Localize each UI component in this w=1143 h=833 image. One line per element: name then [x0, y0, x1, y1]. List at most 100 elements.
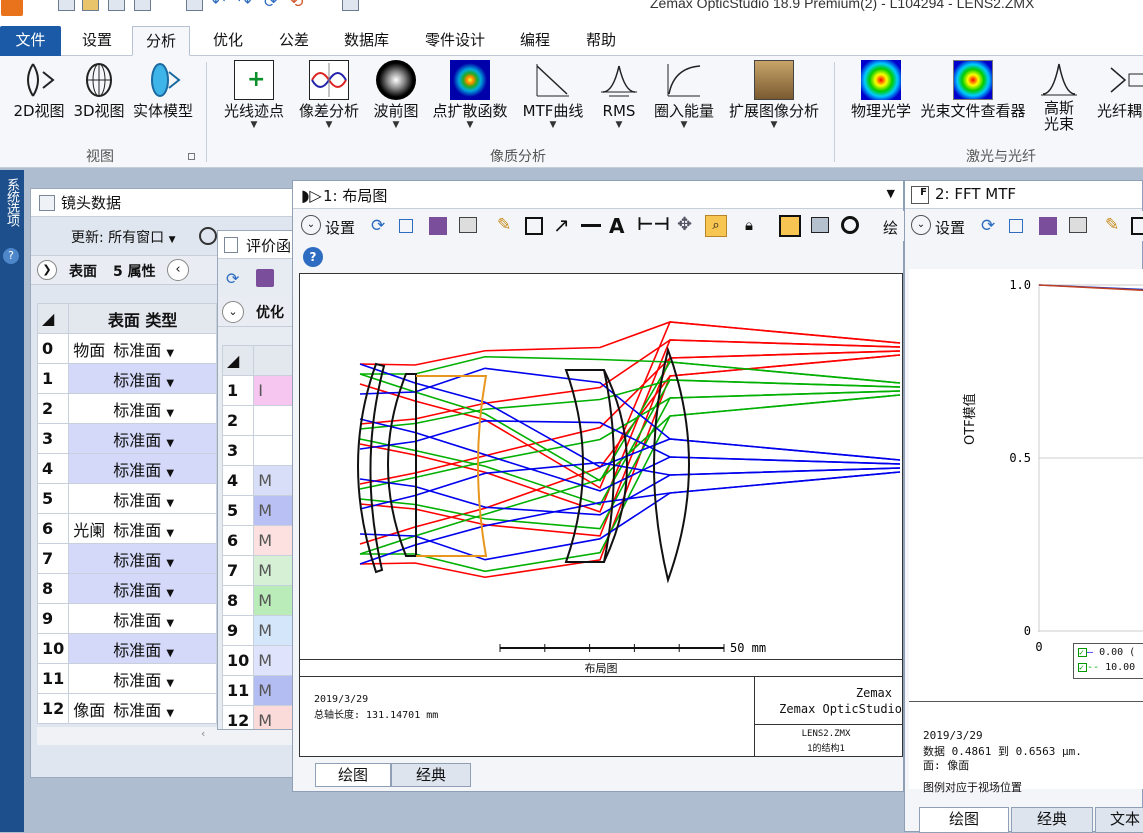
lock-icon[interactable]: 🔒︎: [745, 216, 765, 236]
table-row[interactable]: 12 M: [221, 705, 301, 729]
dropdown-arrow-icon[interactable]: ▼: [166, 558, 174, 569]
table-row[interactable]: 4 标准面 ▼: [36, 453, 217, 484]
table-row[interactable]: 1I: [221, 375, 301, 406]
copy-icon[interactable]: [399, 219, 413, 233]
app-logo-icon[interactable]: [1, 0, 23, 16]
copy-icon[interactable]: [1009, 219, 1023, 233]
surface-type-cell[interactable]: 像面 标准面 ▼: [68, 693, 217, 724]
dropdown-arrow-icon[interactable]: ▼: [166, 348, 174, 359]
tab-settings[interactable]: 设置: [80, 26, 114, 56]
view-3d-button[interactable]: 3D视图: [72, 60, 126, 140]
dropdown-arrow-icon[interactable]: ▼: [166, 498, 174, 509]
save-icon[interactable]: [108, 0, 125, 11]
surface-type-cell[interactable]: 光阑 标准面 ▼: [68, 513, 217, 544]
line-icon[interactable]: [581, 224, 601, 227]
fiber-coupling-button[interactable]: 光纤耦合: [1092, 60, 1143, 140]
settings-circle-icon[interactable]: [199, 227, 217, 245]
dropdown-arrow-icon[interactable]: ▼: [166, 618, 174, 629]
zoom-icon[interactable]: ⌕: [705, 215, 727, 237]
prev-arrow-icon[interactable]: ‹: [167, 259, 189, 281]
help-icon[interactable]: ?: [3, 248, 19, 264]
tab-part-design[interactable]: 零件设计: [423, 26, 487, 56]
table-row[interactable]: 0 物面 标准面 ▼: [36, 333, 217, 364]
save-icon[interactable]: [1039, 217, 1057, 235]
surface-type-cell[interactable]: 物面 标准面 ▼: [68, 333, 217, 364]
table-row[interactable]: 10 标准面 ▼: [36, 633, 217, 664]
surface-type-cell[interactable]: 标准面 ▼: [68, 483, 217, 514]
dropdown-arrow-icon[interactable]: ▼: [166, 708, 174, 719]
print-icon[interactable]: [459, 217, 477, 233]
collapse-icon[interactable]: ❯: [37, 260, 57, 280]
surface-type-cell[interactable]: 标准面 ▼: [68, 393, 217, 424]
table-row[interactable]: 2: [221, 405, 301, 436]
dropdown-arrow-icon[interactable]: ▼: [166, 528, 174, 539]
table-row[interactable]: 9M: [221, 615, 301, 646]
fit-icon[interactable]: [779, 215, 801, 237]
tab-database[interactable]: 数据库: [342, 26, 391, 56]
dropdown-arrow-icon[interactable]: ▼: [166, 378, 174, 389]
ray-trace-button[interactable]: + 光线迹点 ▼: [222, 60, 286, 140]
tab-text[interactable]: 文本: [1095, 807, 1143, 833]
solid-model-button[interactable]: 实体模型: [131, 60, 195, 140]
refresh-all-icon[interactable]: ⟲: [290, 0, 307, 11]
tab-analysis[interactable]: 分析: [132, 26, 190, 56]
surface-type-cell[interactable]: 标准面 ▼: [68, 423, 217, 454]
pencil-icon[interactable]: ✎: [497, 215, 517, 235]
mtf-plot-area[interactable]: 00.51.003.0 OTF模值 ✓— 0.00 ( ✓-- 10.00 20…: [909, 269, 1143, 794]
table-row[interactable]: 11 M: [221, 675, 301, 706]
checkbox-icon[interactable]: ✓: [1078, 648, 1087, 657]
wavefront-button[interactable]: 波前图 ▼: [372, 60, 420, 140]
rectangle-icon[interactable]: [1131, 217, 1143, 235]
tab-classic[interactable]: 经典: [391, 763, 471, 787]
encircled-energy-button[interactable]: 圈入能量 ▼: [652, 60, 716, 140]
pan-icon[interactable]: ✥: [677, 214, 697, 235]
rectangle-icon[interactable]: [525, 217, 543, 235]
tab-file[interactable]: 文件: [0, 26, 61, 56]
window-menu-arrow-icon[interactable]: ▼: [887, 187, 895, 200]
draw-menu-label[interactable]: 绘: [883, 217, 898, 238]
layout-plot-area[interactable]: 50 mm 布局图 2019/3/29 总轴长度: 131.14701 mm Z…: [299, 273, 903, 757]
clock-icon[interactable]: [841, 216, 859, 234]
tab-optimize[interactable]: 优化: [211, 26, 245, 56]
rms-button[interactable]: RMS ▼: [597, 60, 641, 140]
mtf-settings-button[interactable]: 设置: [935, 217, 965, 238]
refresh-icon[interactable]: ⟳: [264, 0, 281, 11]
print-icon[interactable]: [1069, 217, 1087, 233]
expand-icon[interactable]: ⌄: [222, 301, 244, 323]
table-row[interactable]: 7 标准面 ▼: [36, 543, 217, 574]
physical-optics-button[interactable]: 物理光学: [850, 60, 912, 140]
surface-type-cell[interactable]: 标准面 ▼: [68, 633, 217, 664]
dropdown-arrow-icon[interactable]: ▼: [166, 438, 174, 449]
open-folder-icon[interactable]: [82, 0, 99, 11]
table-row[interactable]: 4M: [221, 465, 301, 496]
checkbox-icon[interactable]: ✓: [1078, 663, 1087, 672]
scroll-left-icon[interactable]: ‹: [201, 727, 205, 740]
table-row[interactable]: 11 标准面 ▼: [36, 663, 217, 694]
dropdown-arrow-icon[interactable]: ▼: [166, 588, 174, 599]
refresh-icon[interactable]: ⟳: [226, 269, 239, 288]
dimension-icon[interactable]: ⊢⊣: [637, 214, 670, 235]
column-header[interactable]: 表面 类型: [68, 303, 217, 334]
settings-toggle-icon[interactable]: ⌄: [301, 215, 321, 235]
save-icon[interactable]: [429, 217, 447, 235]
arrow-icon[interactable]: ↗: [553, 213, 573, 237]
tab-plot[interactable]: 绘图: [315, 763, 391, 787]
extended-image-button[interactable]: 扩展图像分析 ▼: [727, 60, 821, 140]
table-row[interactable]: 2 标准面 ▼: [36, 393, 217, 424]
tab-programming[interactable]: 编程: [518, 26, 552, 56]
table-row[interactable]: 6 光阑 标准面 ▼: [36, 513, 217, 544]
tab-plot[interactable]: 绘图: [919, 807, 1009, 833]
pencil-icon[interactable]: ✎: [1105, 215, 1125, 235]
surface-type-cell[interactable]: 标准面 ▼: [68, 453, 217, 484]
undo-icon[interactable]: ↶: [212, 0, 229, 11]
dropdown-arrow-icon[interactable]: ▼: [166, 648, 174, 659]
refresh-icon[interactable]: ⟳: [371, 216, 391, 236]
tab-classic[interactable]: 经典: [1011, 807, 1093, 833]
aberration-button[interactable]: 像差分析 ▼: [298, 60, 360, 140]
layout-settings-button[interactable]: 设置: [325, 217, 355, 238]
table-row[interactable]: 5M: [221, 495, 301, 526]
surface-type-cell[interactable]: 标准面 ▼: [68, 543, 217, 574]
table-row[interactable]: 1 标准面 ▼: [36, 363, 217, 394]
table-row[interactable]: 10 M: [221, 645, 301, 676]
help-icon[interactable]: ?: [303, 247, 323, 267]
